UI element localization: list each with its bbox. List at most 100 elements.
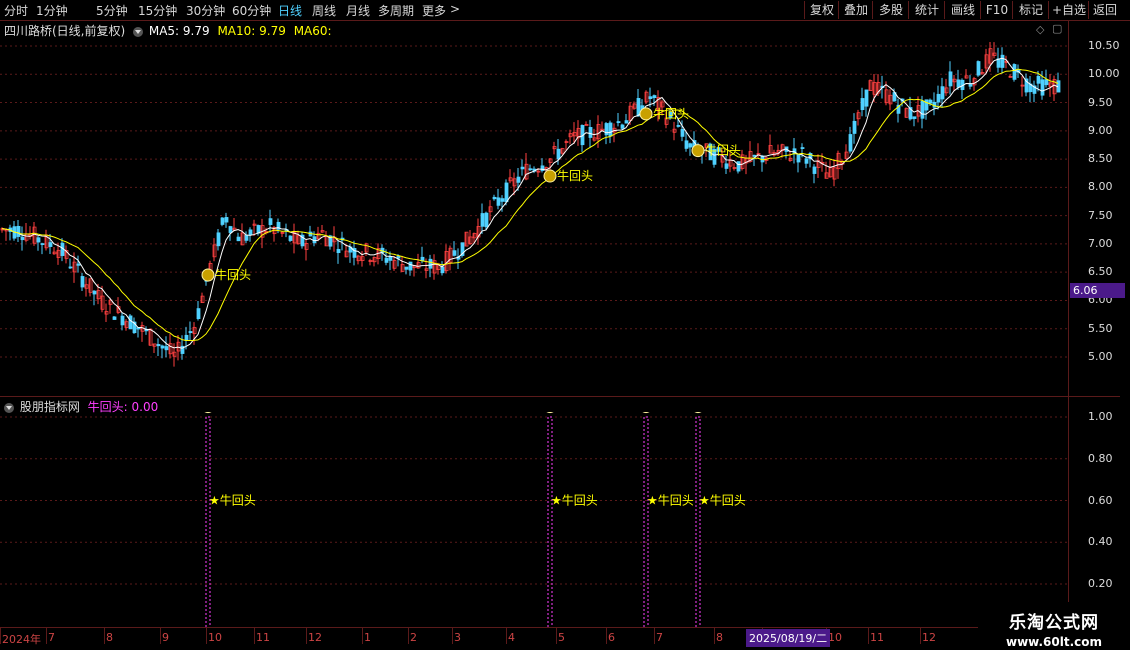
period-tab-30min[interactable]: 30分钟 <box>186 2 225 19</box>
date-tick <box>0 628 1 644</box>
indicator-spike <box>643 416 649 627</box>
candle-body <box>496 197 501 206</box>
date-tick <box>452 628 453 644</box>
candle-body <box>420 256 425 262</box>
candle-body <box>452 250 457 256</box>
indicator-tick-label: 0.60 <box>1088 493 1113 507</box>
price-tick-label: 10.50 <box>1088 39 1120 52</box>
candlestick-chart[interactable]: 牛回头牛回头牛回头牛回头 <box>0 36 1070 396</box>
restore-rights-button[interactable]: 复权 <box>804 1 839 19</box>
period-tab-60min[interactable]: 60分钟 <box>232 2 271 19</box>
price-tick-label: 9.00 <box>1088 123 1113 137</box>
candle-body <box>20 236 25 241</box>
draw-line-button[interactable]: 画线 <box>944 1 981 19</box>
candle-body <box>616 121 621 124</box>
period-tab-daily[interactable]: 日线 <box>278 2 302 19</box>
period-tab-15min[interactable]: 15分钟 <box>138 2 177 19</box>
candle-body <box>484 212 489 228</box>
candle-body <box>912 116 917 119</box>
date-tick <box>408 628 409 644</box>
period-tab-more[interactable]: 更多 <box>422 2 446 19</box>
multi-stock-button[interactable]: 多股 <box>872 1 909 19</box>
candle-body <box>516 176 521 183</box>
candle-body <box>224 217 229 223</box>
date-tick-label: 12 <box>308 631 322 644</box>
candle-body <box>164 346 169 351</box>
date-tick-label: 8 <box>716 631 723 644</box>
candle-body <box>684 140 689 149</box>
money-bag-icon <box>546 412 554 414</box>
ma5-line <box>1 57 1059 349</box>
candle-body <box>500 198 505 202</box>
indicator-dropdown-icon[interactable] <box>4 402 14 413</box>
candle-body <box>588 127 593 138</box>
candle-body <box>688 143 693 148</box>
candle-body <box>336 248 341 254</box>
candle-body <box>16 225 21 237</box>
period-tab-monthly[interactable]: 月线 <box>346 2 370 19</box>
candle-body <box>288 235 293 241</box>
diamond-icon[interactable]: ◇ <box>1036 23 1044 36</box>
date-tick-label: 11 <box>256 631 270 644</box>
date-tick-label: 4 <box>508 631 515 644</box>
candle-body <box>648 96 653 100</box>
candle-body <box>68 266 73 269</box>
date-tick-label: 6 <box>608 631 615 644</box>
watermark-url: www.60lt.com <box>1005 635 1103 649</box>
indicator-tick-label: 0.40 <box>1088 535 1113 549</box>
add-watchlist-button[interactable]: +自选 <box>1048 1 1089 19</box>
back-button[interactable]: 返回 <box>1088 1 1121 19</box>
money-bag-icon <box>543 169 557 183</box>
period-tab-1min[interactable]: 1分钟 <box>36 2 68 19</box>
price-tick-label: 5.00 <box>1088 350 1113 363</box>
date-tick-label: 2 <box>410 631 417 644</box>
candle-body <box>248 229 253 236</box>
dropdown-icon[interactable] <box>133 26 144 37</box>
candle-body <box>676 125 681 127</box>
date-tick <box>506 628 507 644</box>
date-tick <box>362 628 363 644</box>
f10-button[interactable]: F10 <box>980 1 1013 19</box>
period-tab-multi[interactable]: 多周期 <box>378 2 414 19</box>
date-tick-label: 11 <box>870 631 884 644</box>
date-tick-label: 9 <box>162 631 169 644</box>
candle-body <box>504 182 509 203</box>
period-tab-timeshare[interactable]: 分时 <box>4 2 28 19</box>
money-bag-icon <box>694 412 702 414</box>
date-tick-label: 10 <box>208 631 222 644</box>
indicator-spike <box>695 416 701 627</box>
indicator-chart[interactable]: ★牛回头 ★牛回头 ★牛回头 ★牛回头 <box>0 412 1070 627</box>
candle-body <box>384 257 389 263</box>
period-tab-weekly[interactable]: 周线 <box>312 2 336 19</box>
candle-body <box>1036 75 1041 84</box>
statistics-button[interactable]: 统计 <box>908 1 945 19</box>
date-tick <box>654 628 655 644</box>
x-axis-line <box>0 627 1120 628</box>
money-bag-icon <box>642 412 650 414</box>
current-price-badge: 6.06 <box>1070 283 1125 298</box>
date-tick <box>46 628 47 644</box>
grid-icon[interactable]: ▢ <box>1052 22 1062 35</box>
money-bag-icon <box>204 412 212 414</box>
candle-body <box>112 316 117 320</box>
overlay-button[interactable]: 叠加 <box>838 1 873 19</box>
candle-body <box>244 234 249 241</box>
price-tick-label: 5.50 <box>1088 321 1113 335</box>
date-tick-label: 7 <box>656 631 663 644</box>
candle-body <box>848 134 853 152</box>
candle-body <box>236 236 241 242</box>
candle-body <box>92 290 97 295</box>
candle-body <box>404 266 409 270</box>
indicator-tick-label: 1.00 <box>1088 410 1113 423</box>
date-tick <box>254 628 255 644</box>
date-tick <box>104 628 105 644</box>
candle-body <box>948 71 953 87</box>
mark-button[interactable]: 标记 <box>1012 1 1049 19</box>
indicator-signal-label: ★牛回头 <box>699 493 746 508</box>
more-chevron-icon[interactable]: > <box>450 2 460 16</box>
candle-body <box>796 154 801 163</box>
period-tab-5min[interactable]: 5分钟 <box>96 2 128 19</box>
candle-body <box>128 315 133 330</box>
candle-body <box>156 344 161 347</box>
indicator-signal-label: ★牛回头 <box>551 493 598 508</box>
